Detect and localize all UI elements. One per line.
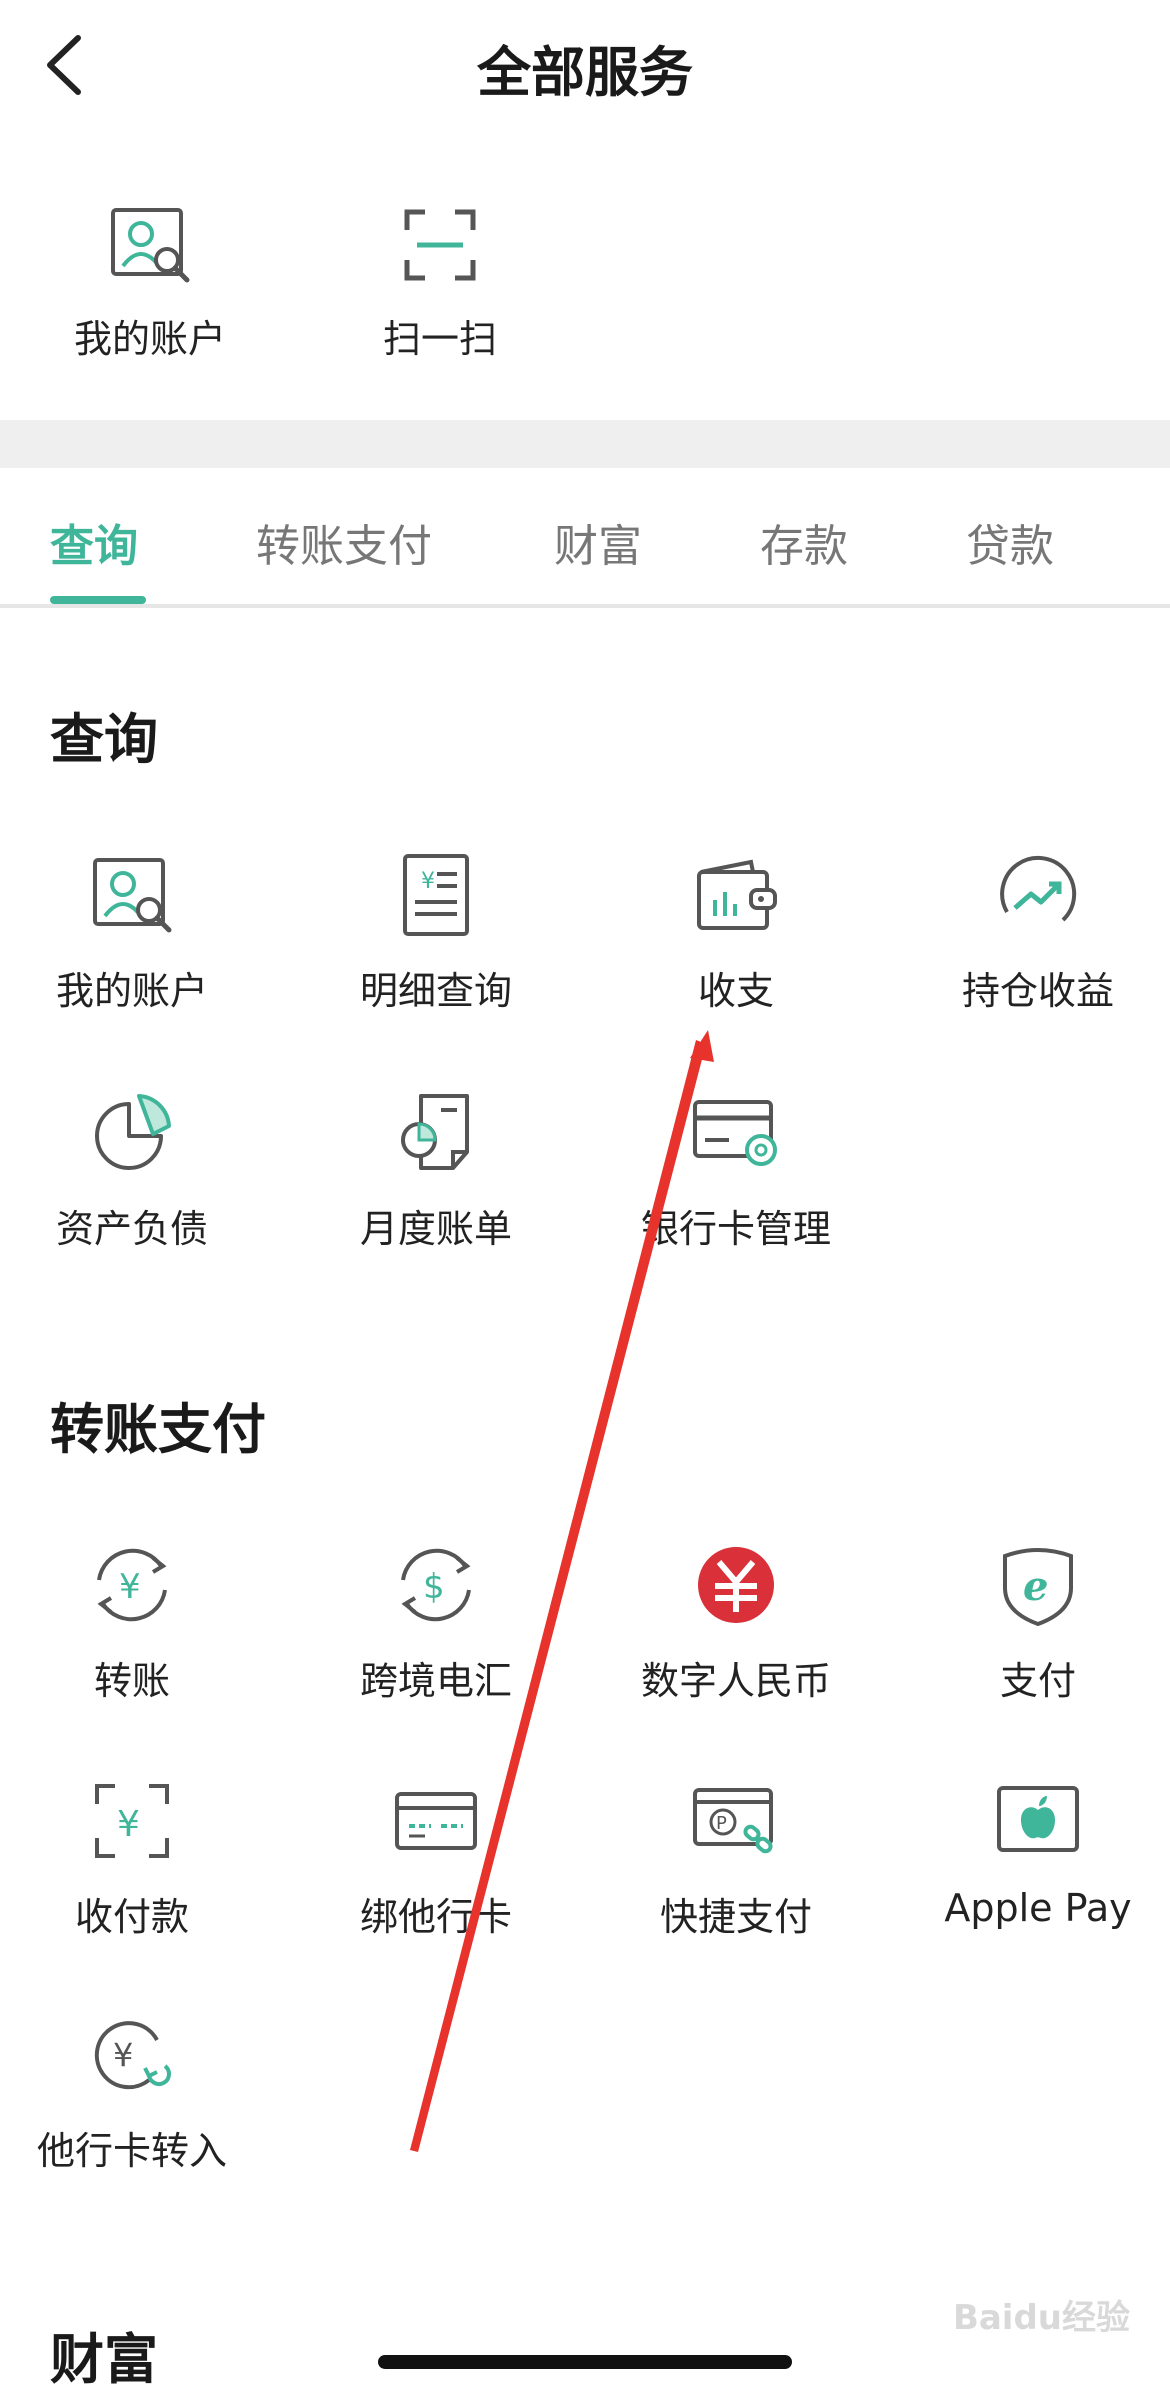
service-bind-card[interactable]: 绑他行卡 <box>290 1776 582 1941</box>
e-pay-shield-icon: e <box>993 1540 1083 1630</box>
tab-deposit[interactable]: 存款 <box>760 510 848 574</box>
quick-label: 我的账户 <box>73 317 226 361</box>
scan-icon <box>395 200 485 290</box>
service-payment[interactable]: e 支付 <box>892 1540 1170 1705</box>
watermark: Baidu经验 <box>952 2298 1130 2338</box>
card-transfer-in-icon: ¥ <box>87 2010 177 2100</box>
service-assets-liabilities[interactable]: 资产负债 <box>0 1088 278 1253</box>
service-label: 收付款 <box>74 1895 189 1939</box>
category-tabs: 查询 转账支付 财富 存款 贷款 <box>0 468 1170 608</box>
section-title-query: 查询 <box>50 708 158 771</box>
home-indicator[interactable] <box>378 2355 792 2369</box>
service-label: 明细查询 <box>359 969 512 1013</box>
svg-text:¥: ¥ <box>113 2036 133 2074</box>
transfer-yuan-icon: ¥ <box>87 1540 177 1630</box>
service-label: 银行卡管理 <box>640 1207 831 1251</box>
service-label: 他行卡转入 <box>36 2129 227 2173</box>
svg-text:¥: ¥ <box>421 869 435 894</box>
service-label: 持仓收益 <box>961 969 1114 1013</box>
tab-loan[interactable]: 贷款 <box>966 510 1054 574</box>
wallet-icon <box>691 850 781 940</box>
svg-text:$: $ <box>423 1567 445 1607</box>
quick-pay-icon: P <box>691 1776 781 1866</box>
service-monthly-bill[interactable]: 月度账单 <box>290 1088 582 1253</box>
service-quick-pay[interactable]: P 快捷支付 <box>590 1776 882 1941</box>
service-label: 资产负债 <box>55 1207 208 1251</box>
monthly-bill-icon <box>391 1088 481 1178</box>
service-label: 绑他行卡 <box>359 1895 512 1939</box>
apple-icon <box>993 1776 1083 1866</box>
scan-yuan-icon: ¥ <box>87 1776 177 1866</box>
section-divider <box>0 420 1170 468</box>
header: 全部服务 <box>0 0 1170 140</box>
statement-icon: ¥ <box>391 850 481 940</box>
section-title-wealth: 财富 <box>50 2328 158 2391</box>
tab-wealth[interactable]: 财富 <box>554 510 642 574</box>
tab-query[interactable]: 查询 <box>50 510 138 574</box>
card-settings-icon <box>691 1088 781 1178</box>
tab-active-indicator <box>50 596 146 604</box>
service-label: 月度账单 <box>359 1207 512 1251</box>
quick-label: 扫一扫 <box>382 317 497 361</box>
service-label: 支付 <box>999 1659 1076 1703</box>
bind-card-icon <box>391 1776 481 1866</box>
service-label: 我的账户 <box>55 969 208 1013</box>
service-cross-border[interactable]: $ 跨境电汇 <box>290 1540 582 1705</box>
svg-text:¥: ¥ <box>119 1567 141 1607</box>
service-label: 数字人民币 <box>640 1659 831 1703</box>
quick-scan[interactable]: 扫一扫 <box>330 200 550 363</box>
service-label: 收支 <box>697 969 774 1013</box>
trend-icon <box>993 850 1083 940</box>
account-search-icon <box>105 200 195 290</box>
service-label: 跨境电汇 <box>359 1659 512 1703</box>
service-holding-returns[interactable]: 持仓收益 <box>892 850 1170 1015</box>
service-transfer[interactable]: ¥ 转账 <box>0 1540 278 1705</box>
service-detail-query[interactable]: ¥ 明细查询 <box>290 850 582 1015</box>
account-search-icon <box>87 850 177 940</box>
service-income-expense[interactable]: 收支 <box>590 850 882 1015</box>
service-digital-rmb[interactable]: 数字人民币 <box>590 1540 882 1705</box>
service-apple-pay[interactable]: Apple Pay <box>892 1776 1170 1930</box>
svg-text:e: e <box>1023 1563 1048 1610</box>
service-receive-pay[interactable]: ¥ 收付款 <box>0 1776 278 1941</box>
service-label: Apple Pay <box>944 1886 1132 1930</box>
section-title-transfer: 转账支付 <box>50 1398 266 1461</box>
quick-actions: 我的账户 扫一扫 <box>0 200 1170 420</box>
svg-text:¥: ¥ <box>117 1804 140 1845</box>
pie-chart-icon <box>87 1088 177 1178</box>
service-label: 快捷支付 <box>659 1895 812 1939</box>
service-card-management[interactable]: 银行卡管理 <box>590 1088 882 1253</box>
page-title: 全部服务 <box>477 41 693 104</box>
service-card-transfer-in[interactable]: ¥ 他行卡转入 <box>0 2010 278 2175</box>
service-my-account[interactable]: 我的账户 <box>0 850 278 1015</box>
tab-transfer-pay[interactable]: 转账支付 <box>256 510 432 574</box>
transfer-dollar-icon: $ <box>391 1540 481 1630</box>
quick-my-account[interactable]: 我的账户 <box>40 200 260 363</box>
digital-rmb-icon <box>691 1540 781 1630</box>
service-label: 转账 <box>93 1659 170 1703</box>
svg-text:P: P <box>716 1813 727 1834</box>
